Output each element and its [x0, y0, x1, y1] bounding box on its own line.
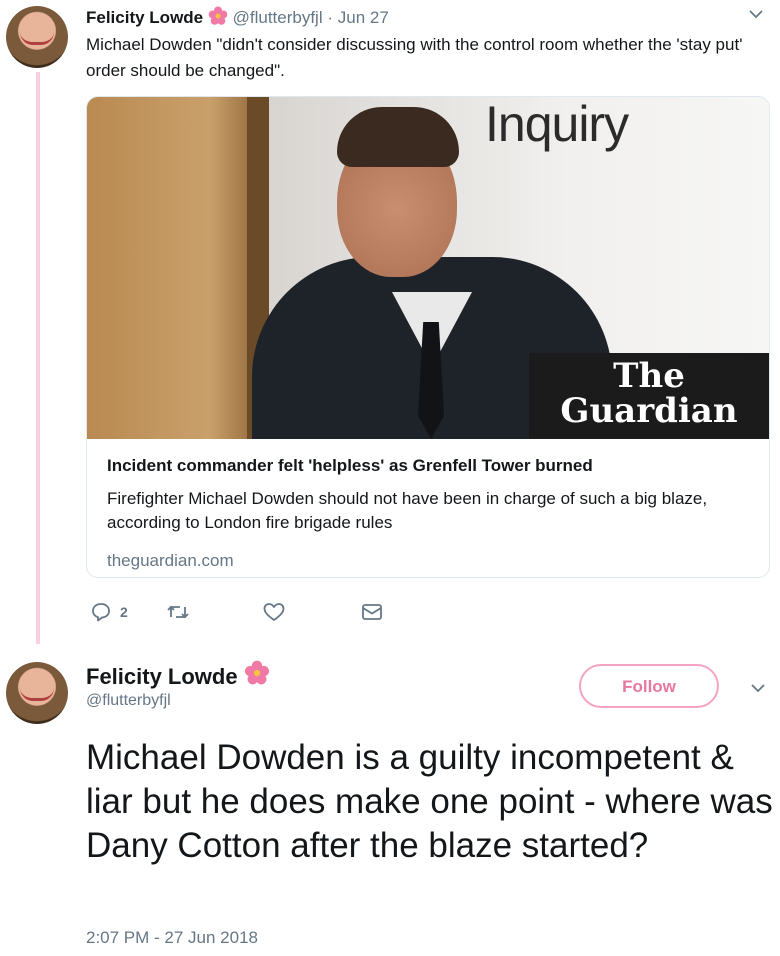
direct-message-button[interactable]	[360, 601, 384, 623]
author-name-row: Felicity Lowde	[86, 660, 270, 692]
chevron-down-icon[interactable]	[750, 680, 766, 701]
reply-icon	[90, 601, 112, 623]
link-preview-card[interactable]: Inquiry The Guardian Incident commander …	[86, 96, 770, 578]
avatar[interactable]	[6, 6, 68, 68]
tweet-header: Felicity Lowde @flutterbyfjl · Jun 27	[86, 6, 389, 31]
logo-line-guardian: Guardian	[560, 391, 738, 431]
avatar[interactable]	[6, 662, 68, 724]
guardian-logo: The Guardian	[529, 353, 769, 439]
image-inquiry-sign: Inquiry	[485, 97, 629, 152]
tweet-date[interactable]: Jun 27	[338, 8, 389, 27]
card-image: Inquiry The Guardian	[87, 97, 769, 439]
tweet-timestamp[interactable]: 2:07 PM - 27 Jun 2018	[86, 928, 258, 948]
header-separator: ·	[327, 8, 334, 27]
logo-line-the: The	[613, 356, 685, 396]
follow-button[interactable]: Follow	[579, 664, 719, 708]
image-person-hair	[337, 107, 459, 167]
hibiscus-flower-icon	[244, 660, 270, 692]
author-name[interactable]: Felicity Lowde	[86, 8, 203, 27]
reply-count: 2	[120, 604, 128, 620]
tweet-text: Michael Dowden is a guilty incompetent &…	[86, 738, 773, 865]
reply-button[interactable]: 2	[90, 601, 128, 623]
chevron-down-icon[interactable]	[748, 6, 764, 27]
author-handle[interactable]: @flutterbyfjl	[233, 8, 323, 27]
tweet-actions: 2	[90, 598, 384, 626]
thread-connector-line	[36, 72, 40, 644]
retweet-icon	[166, 601, 190, 623]
card-description: Firefighter Michael Dowden should not ha…	[107, 489, 708, 532]
tweet-text: Michael Dowden "didn't consider discussi…	[86, 35, 743, 80]
like-button[interactable]	[262, 601, 286, 623]
card-body: Incident commander felt 'helpless' as Gr…	[107, 453, 747, 573]
retweet-button[interactable]	[166, 601, 190, 623]
image-door	[87, 97, 262, 439]
envelope-icon	[360, 601, 384, 623]
card-title[interactable]: Incident commander felt 'helpless' as Gr…	[107, 453, 747, 479]
author-name[interactable]: Felicity Lowde	[86, 664, 238, 689]
heart-icon	[262, 601, 286, 623]
hibiscus-flower-icon	[208, 6, 228, 31]
card-domain: theguardian.com	[107, 551, 234, 570]
author-handle[interactable]: @flutterbyfjl	[86, 692, 171, 710]
